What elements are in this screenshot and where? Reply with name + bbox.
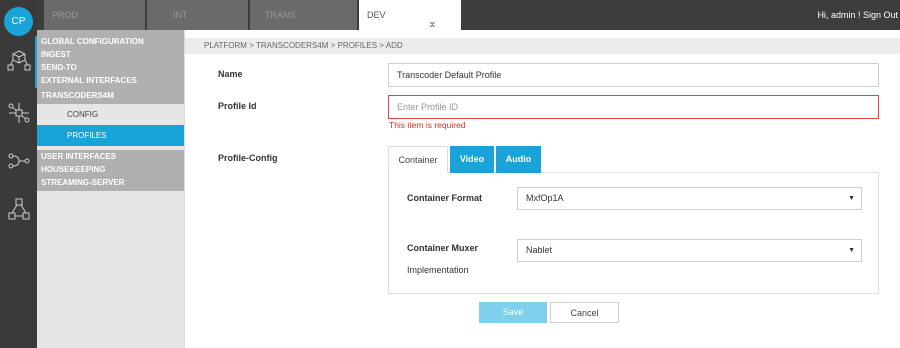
sidebar-item-user-interfaces[interactable]: USER INTERFACES <box>37 150 184 163</box>
flow-connector-icon[interactable] <box>6 148 32 174</box>
name-label: Name <box>218 69 243 79</box>
sidebar-subitem-profiles[interactable]: PROFILES <box>37 125 184 146</box>
cube-network-icon[interactable] <box>6 48 32 74</box>
sidebar-item-external-interfaces[interactable]: EXTERNAL INTERFACES <box>37 74 184 87</box>
top-bar: PROD INT TRANS DEV ⌅ Hi, admin ! Sign Ou… <box>37 0 900 30</box>
icon-rail: CP <box>0 0 38 348</box>
sidebar-item-streaming-server[interactable]: STREAMING-SERVER <box>37 176 184 191</box>
container-format-select[interactable]: MxfOp1A ▼ <box>517 187 862 210</box>
caret-down-icon: ▼ <box>848 195 855 202</box>
tree-network-icon[interactable] <box>6 100 32 126</box>
profile-id-field[interactable] <box>388 95 879 119</box>
sidebar-item-ingest[interactable]: INGEST <box>37 48 184 61</box>
tab-container[interactable]: Container <box>388 146 448 173</box>
container-format-label: Container Format <box>407 193 483 203</box>
container-muxer-label-line2: Implementation <box>407 265 469 275</box>
app-logo[interactable]: CP <box>4 7 33 36</box>
env-tab-prod[interactable]: PROD <box>44 0 145 30</box>
env-tab-int[interactable]: INT <box>147 0 248 30</box>
profile-id-label: Profile Id <box>218 101 257 111</box>
triangle-network-icon[interactable] <box>6 196 32 222</box>
container-muxer-select[interactable]: Nablet ▼ <box>517 239 862 262</box>
caret-down-icon: ▼ <box>848 247 855 254</box>
save-button[interactable]: Save <box>479 302 547 323</box>
container-format-value: MxfOp1A <box>526 193 564 203</box>
tab-audio[interactable]: Audio <box>496 146 541 173</box>
tab-video[interactable]: Video <box>450 146 494 173</box>
name-field[interactable] <box>388 63 879 87</box>
sidebar-item-global-configuration[interactable]: GLOBAL CONFIGURATION <box>37 35 184 48</box>
sign-out-link[interactable]: Sign Out <box>863 10 898 20</box>
sidebar-item-housekeeping[interactable]: HOUSEKEEPING <box>37 163 184 176</box>
user-greeting: Hi, admin ! Sign Out <box>817 0 898 30</box>
profile-id-error: This item is required <box>389 120 466 130</box>
plug-icon: ⌅ <box>427 18 437 30</box>
cancel-button[interactable]: Cancel <box>550 302 619 323</box>
sidebar-item-send-to[interactable]: SEND-TO <box>37 61 184 74</box>
container-muxer-label: Container Muxer <box>407 243 479 253</box>
sidebar-item-transcoders4m[interactable]: TRANSCODERS4M <box>37 87 184 104</box>
container-muxer-value: Nablet <box>526 245 553 255</box>
sidebar-subitem-config[interactable]: CONFIG <box>37 104 184 125</box>
sidebar-menu: GLOBAL CONFIGURATION INGEST SEND-TO EXTE… <box>37 30 185 348</box>
env-tab-trans[interactable]: TRANS <box>250 0 357 30</box>
profile-config-label: Profile-Config <box>218 153 278 163</box>
breadcrumb: PLATFORM > TRANSCODERS4M > PROFILES > AD… <box>185 38 900 54</box>
greeting-text: Hi, admin ! <box>817 10 861 20</box>
env-tab-dev[interactable]: DEV ⌅ <box>359 0 461 30</box>
env-tab-dev-label: DEV <box>367 10 386 20</box>
